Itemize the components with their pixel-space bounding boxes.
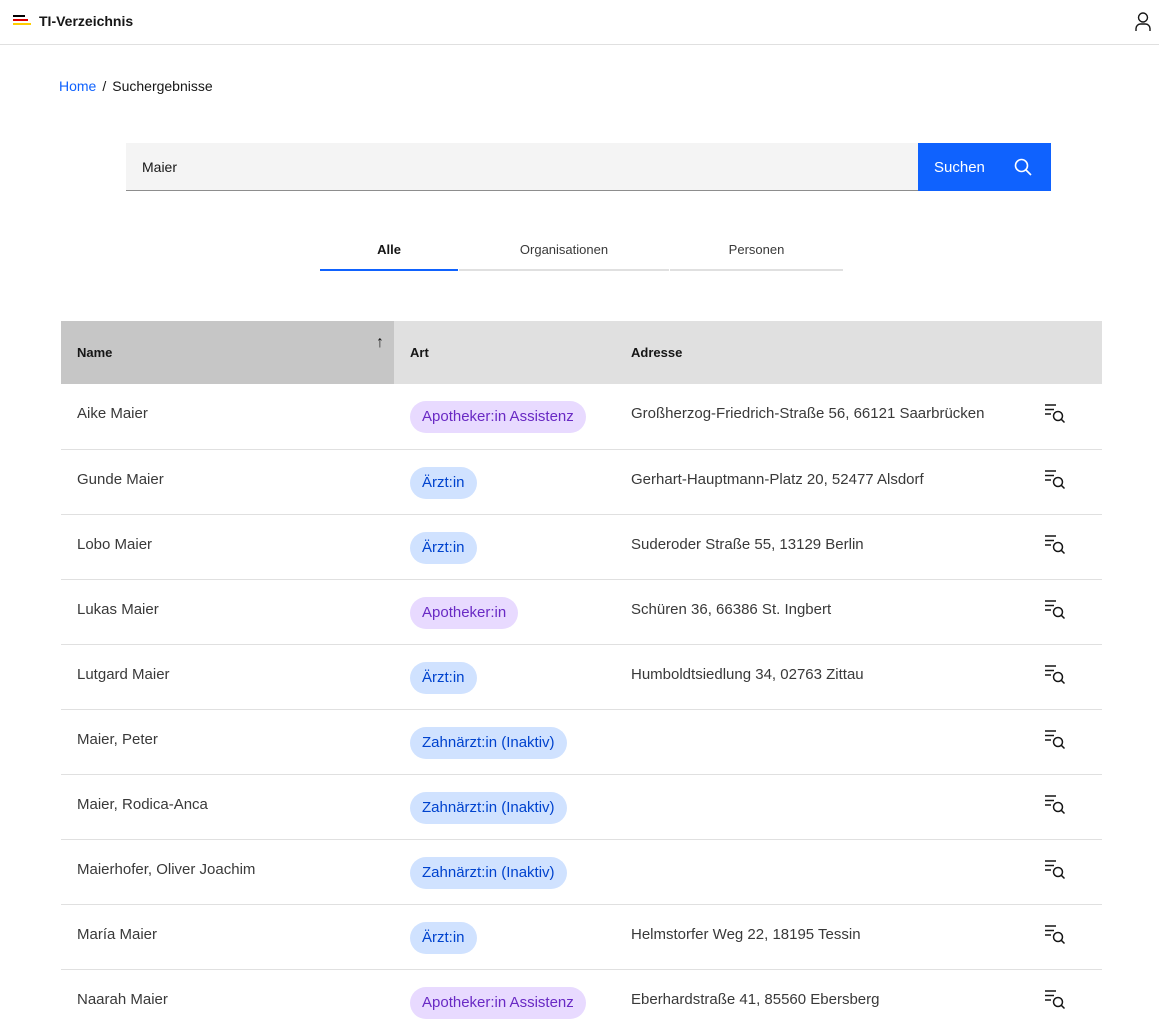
column-header-name[interactable]: Name ↑: [61, 321, 394, 384]
cell-actions: [1035, 384, 1102, 450]
art-tag: Ärzt:in: [410, 466, 477, 499]
cell-art: Ärzt:in: [394, 904, 615, 970]
cell-actions: [1035, 839, 1102, 905]
cell-art: Zahnärzt:in (Inaktiv): [394, 774, 615, 840]
column-header-name-label: Name: [77, 345, 113, 360]
breadcrumb-current: Suchergebnisse: [112, 78, 213, 94]
cell-adresse: Eberhardstraße 41, 85560 Ebersberg: [615, 969, 1035, 1027]
table-row[interactable]: Aike Maier Apotheker:in Assistenz Großherz…: [61, 384, 1102, 450]
column-header-actions: [1035, 321, 1102, 384]
cell-adresse: Humboldtsiedlung 34, 02763 Zittau: [615, 644, 1035, 710]
sort-ascending-icon[interactable]: ↑: [376, 334, 384, 352]
cell-adresse: [615, 839, 1035, 905]
cell-adresse: [615, 709, 1035, 775]
cell-adresse: Gerhart-Hauptmann-Platz 20, 52477 Alsdor…: [615, 449, 1035, 515]
cell-actions: [1035, 969, 1102, 1027]
search-button[interactable]: Suchen: [918, 143, 1051, 191]
art-tag: Apotheker:in Assistenz: [410, 986, 586, 1019]
cell-name: Gunde Maier: [61, 449, 394, 515]
cell-adresse: Suderoder Straße 55, 13129 Berlin: [615, 514, 1035, 580]
cell-actions: [1035, 449, 1102, 515]
cell-name: María Maier: [61, 904, 394, 970]
cell-name: Aike Maier: [61, 384, 394, 450]
user-icon[interactable]: [1133, 11, 1153, 33]
table-row[interactable]: Gunde Maier Ärzt:in Gerhart-Hauptmann-Plat…: [61, 449, 1102, 515]
view-details-icon[interactable]: [1043, 727, 1067, 751]
column-header-art[interactable]: Art: [394, 321, 615, 384]
view-details-icon[interactable]: [1043, 401, 1067, 425]
table-row[interactable]: María Maier Ärzt:in Helmstorfer Weg 22, 18…: [61, 904, 1102, 970]
cell-name: Maierhofer, Oliver Joachim: [61, 839, 394, 905]
table-row[interactable]: Lobo Maier Ärzt:in Suderoder Straße 55, 13…: [61, 514, 1102, 580]
table-row[interactable]: Maier, Peter Zahnärzt:in (Inaktiv): [61, 709, 1102, 775]
cell-actions: [1035, 514, 1102, 580]
table-row[interactable]: Lukas Maier Apotheker:in Schüren 36, 66386…: [61, 579, 1102, 645]
table-header-row: Name ↑ Art Adresse: [61, 321, 1102, 384]
view-details-icon[interactable]: [1043, 987, 1067, 1011]
cell-adresse: Großherzog-Friedrich-Straße 56, 66121 Sa…: [615, 384, 1035, 450]
cell-name: Lobo Maier: [61, 514, 394, 580]
cell-art: Ärzt:in: [394, 449, 615, 515]
cell-adresse: Schüren 36, 66386 St. Ingbert: [615, 579, 1035, 645]
art-tag: Ärzt:in: [410, 921, 477, 954]
table-row[interactable]: Naarah Maier Apotheker:in Assistenz Eberha…: [61, 969, 1102, 1027]
table-row[interactable]: Maier, Rodica-Anca Zahnärzt:in (Inaktiv): [61, 774, 1102, 840]
art-tag: Ärzt:in: [410, 531, 477, 564]
breadcrumb: Home / Suchergebnisse: [59, 78, 213, 94]
cell-name: Lukas Maier: [61, 579, 394, 645]
cell-art: Zahnärzt:in (Inaktiv): [394, 709, 615, 775]
top-header: TI-Verzeichnis: [0, 0, 1159, 45]
cell-actions: [1035, 904, 1102, 970]
cell-art: Ärzt:in: [394, 514, 615, 580]
view-details-icon[interactable]: [1043, 792, 1067, 816]
cell-name: Maier, Peter: [61, 709, 394, 775]
art-tag: Apotheker:in Assistenz: [410, 401, 586, 433]
view-details-icon[interactable]: [1043, 857, 1067, 881]
table-row[interactable]: Maierhofer, Oliver Joachim Zahnärzt:in (I…: [61, 839, 1102, 905]
tab-personen[interactable]: Personen: [670, 232, 843, 271]
cell-actions: [1035, 579, 1102, 645]
view-details-icon[interactable]: [1043, 922, 1067, 946]
art-tag: Apotheker:in: [410, 596, 519, 629]
results-table: Name ↑ Art Adresse Aike Maier Apotheker:i…: [61, 321, 1102, 1027]
breadcrumb-separator: /: [102, 78, 107, 94]
search-button-label: Suchen: [934, 158, 985, 176]
cell-name: Maier, Rodica-Anca: [61, 774, 394, 840]
search-icon: [1014, 158, 1032, 176]
art-tag: Zahnärzt:in (Inaktiv): [410, 856, 567, 889]
table-row[interactable]: Lutgard Maier Ärzt:in Humboldtsiedlung 34,…: [61, 644, 1102, 710]
cell-name: Lutgard Maier: [61, 644, 394, 710]
cell-art: Apotheker:in Assistenz: [394, 384, 615, 450]
view-details-icon[interactable]: [1043, 662, 1067, 686]
app-title[interactable]: TI-Verzeichnis: [39, 13, 133, 29]
cell-adresse: [615, 774, 1035, 840]
cell-art: Apotheker:in Assistenz: [394, 969, 615, 1027]
cell-actions: [1035, 709, 1102, 775]
cell-actions: [1035, 644, 1102, 710]
flag-logo-icon: [13, 15, 31, 27]
art-tag: Zahnärzt:in (Inaktiv): [410, 726, 567, 759]
cell-adresse: Helmstorfer Weg 22, 18195 Tessin: [615, 904, 1035, 970]
art-tag: Ärzt:in: [410, 661, 477, 694]
tab-organisationen[interactable]: Organisationen: [459, 232, 669, 271]
tab-alle[interactable]: Alle: [320, 232, 458, 271]
cell-art: Ärzt:in: [394, 644, 615, 710]
cell-art: Apotheker:in: [394, 579, 615, 645]
art-tag: Zahnärzt:in (Inaktiv): [410, 791, 567, 824]
search-input[interactable]: [126, 143, 918, 191]
view-details-icon[interactable]: [1043, 597, 1067, 621]
view-details-icon[interactable]: [1043, 532, 1067, 556]
view-details-icon[interactable]: [1043, 467, 1067, 491]
breadcrumb-home-link[interactable]: Home: [59, 78, 96, 94]
cell-art: Zahnärzt:in (Inaktiv): [394, 839, 615, 905]
cell-actions: [1035, 774, 1102, 840]
cell-name: Naarah Maier: [61, 969, 394, 1027]
column-header-adresse[interactable]: Adresse: [615, 321, 1035, 384]
